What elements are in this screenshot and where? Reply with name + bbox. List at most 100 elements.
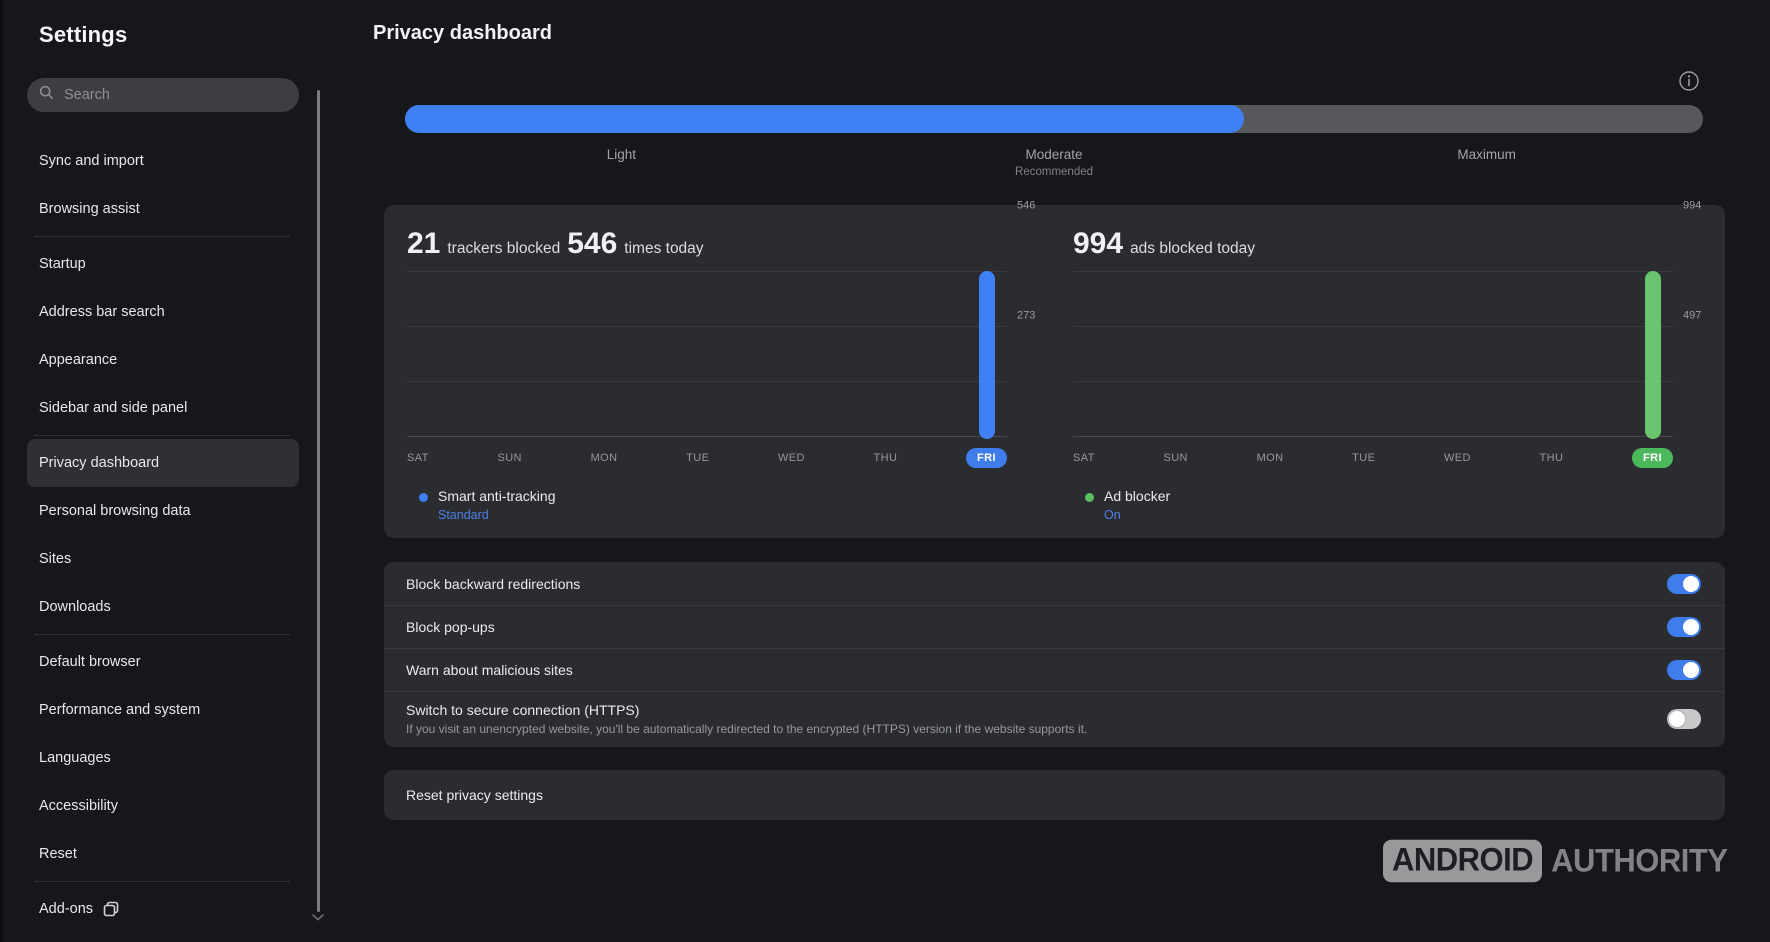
reset-privacy-settings-label: Reset privacy settings — [406, 787, 543, 803]
protection-level-slider[interactable] — [405, 105, 1703, 133]
chevron-down-icon[interactable] — [312, 914, 324, 921]
slider-sublabel-recommended: Recommended — [838, 166, 1271, 178]
gridline — [1073, 326, 1673, 327]
protection-level-slider-fill[interactable] — [405, 105, 1244, 133]
warn-malicious-sites-row: Warn about malicious sites — [384, 648, 1725, 691]
toggle-knob — [1683, 619, 1699, 635]
trackers-count: 21 — [407, 227, 440, 261]
smart-anti-tracking-status-link[interactable]: Standard — [438, 508, 555, 522]
settings-window: Settings Sync and import Browsing assist… — [0, 0, 1770, 942]
ads-count: 994 — [1073, 227, 1123, 261]
trackers-chart-headline: 21 trackers blocked 546 times today — [407, 227, 704, 261]
smart-anti-tracking-legend: Smart anti-tracking Standard — [419, 488, 555, 522]
setting-description: If you visit an unencrypted website, you… — [406, 722, 1087, 736]
gridline — [1073, 271, 1673, 272]
sidebar-item-privacy-dashboard[interactable]: Privacy dashboard — [27, 439, 299, 487]
info-icon[interactable] — [1677, 69, 1701, 93]
sidebar-divider — [35, 634, 289, 635]
slider-label-light[interactable]: Light — [405, 147, 838, 178]
setting-label: Block backward redirections — [406, 576, 580, 592]
day-label-mon: MON — [1257, 452, 1284, 464]
sidebar-item-downloads[interactable]: Downloads — [27, 583, 299, 631]
reset-privacy-settings-button[interactable]: Reset privacy settings — [384, 770, 1725, 820]
sidebar-item-sync-and-import[interactable]: Sync and import — [27, 137, 299, 185]
day-label-thu: THU — [874, 452, 898, 464]
headline-text: ads blocked today — [1130, 240, 1255, 258]
blue-dot-icon — [419, 493, 428, 502]
sidebar-item-sidebar-and-side-panel[interactable]: Sidebar and side panel — [27, 384, 299, 432]
ad-blocker-legend: Ad blocker On — [1085, 488, 1170, 522]
trackers-chart-plot — [407, 271, 1007, 437]
green-dot-icon — [1085, 493, 1094, 502]
ads-blocked-chart: 994 ads blocked today 994 497 SAT SUN MO… — [1073, 205, 1706, 538]
sidebar-item-appearance[interactable]: Appearance — [27, 336, 299, 384]
day-label-wed: WED — [1444, 452, 1471, 464]
external-copy-icon — [102, 900, 120, 918]
privacy-options-card: Block backward redirections Block pop-up… — [384, 562, 1725, 747]
setting-label: Block pop-ups — [406, 619, 495, 635]
slider-label-moderate[interactable]: Moderate Recommended — [838, 147, 1271, 178]
day-label-mon: MON — [591, 452, 618, 464]
sidebar-item-address-bar-search[interactable]: Address bar search — [27, 288, 299, 336]
page-title: Privacy dashboard — [373, 22, 552, 45]
headline-text: times today — [624, 240, 703, 258]
sidebar-divider — [35, 435, 289, 436]
headline-text: trackers blocked — [447, 240, 560, 258]
axis-baseline — [1073, 436, 1673, 437]
watermark-text: AUTHORITY — [1551, 842, 1727, 880]
y-axis-label: 497 — [1683, 310, 1701, 322]
axis-baseline — [407, 436, 1007, 437]
sidebar-item-performance-and-system[interactable]: Performance and system — [27, 686, 299, 734]
block-pop-ups-row: Block pop-ups — [384, 605, 1725, 648]
sidebar-divider — [35, 236, 289, 237]
ad-blocker-status-link[interactable]: On — [1104, 508, 1170, 522]
https-switch-row: Switch to secure connection (HTTPS) If y… — [384, 691, 1725, 747]
y-axis-label: 994 — [1683, 200, 1701, 212]
sidebar-item-default-browser[interactable]: Default browser — [27, 638, 299, 686]
block-pop-ups-toggle[interactable] — [1667, 617, 1701, 637]
day-label-sat: SAT — [407, 452, 429, 464]
y-axis-label: 273 — [1017, 310, 1035, 322]
sidebar-item-languages[interactable]: Languages — [27, 734, 299, 782]
sidebar-item-sites[interactable]: Sites — [27, 535, 299, 583]
slider-label-text: Maximum — [1270, 147, 1703, 162]
toggle-knob — [1669, 711, 1685, 727]
trackers-friday-bar — [979, 271, 995, 439]
day-label-fri-active: FRI — [1632, 448, 1673, 468]
sidebar-item-add-ons[interactable]: Add-ons — [27, 885, 299, 933]
sidebar-item-personal-browsing-data[interactable]: Personal browsing data — [27, 487, 299, 535]
legend-title: Smart anti-tracking — [438, 488, 555, 504]
search-box[interactable] — [27, 78, 299, 112]
day-label-fri-active: FRI — [966, 448, 1007, 468]
setting-label: Warn about malicious sites — [406, 662, 573, 678]
scrollbar[interactable] — [317, 90, 320, 912]
android-authority-watermark: ANDROID AUTHORITY — [1383, 840, 1728, 882]
warn-malicious-sites-toggle[interactable] — [1667, 660, 1701, 680]
day-label-tue: TUE — [686, 452, 709, 464]
search-icon — [39, 85, 54, 105]
watermark-badge: ANDROID — [1383, 840, 1542, 882]
trackers-chart-day-axis: SAT SUN MON TUE WED THU FRI — [407, 447, 1007, 469]
sidebar-item-reset[interactable]: Reset — [27, 830, 299, 878]
sidebar-item-browsing-assist[interactable]: Browsing assist — [27, 185, 299, 233]
ads-chart-plot — [1073, 271, 1673, 437]
block-backward-redirections-toggle[interactable] — [1667, 574, 1701, 594]
gridline — [1073, 381, 1673, 382]
y-axis-label: 546 — [1017, 200, 1035, 212]
toggle-knob — [1683, 662, 1699, 678]
gridline — [407, 271, 1007, 272]
sidebar-item-accessibility[interactable]: Accessibility — [27, 782, 299, 830]
day-label-sat: SAT — [1073, 452, 1095, 464]
https-switch-toggle[interactable] — [1667, 709, 1701, 729]
slider-label-maximum[interactable]: Maximum — [1270, 147, 1703, 178]
gridline — [407, 326, 1007, 327]
sidebar-item-startup[interactable]: Startup — [27, 240, 299, 288]
sidebar-nav: Sync and import Browsing assist Startup … — [39, 137, 323, 933]
search-input[interactable] — [62, 86, 266, 104]
day-label-sun: SUN — [497, 452, 521, 464]
sidebar-divider — [35, 881, 289, 882]
toggle-knob — [1683, 576, 1699, 592]
day-label-sun: SUN — [1163, 452, 1187, 464]
slider-label-text: Light — [405, 147, 838, 162]
sidebar-item-label: Add-ons — [39, 901, 93, 917]
